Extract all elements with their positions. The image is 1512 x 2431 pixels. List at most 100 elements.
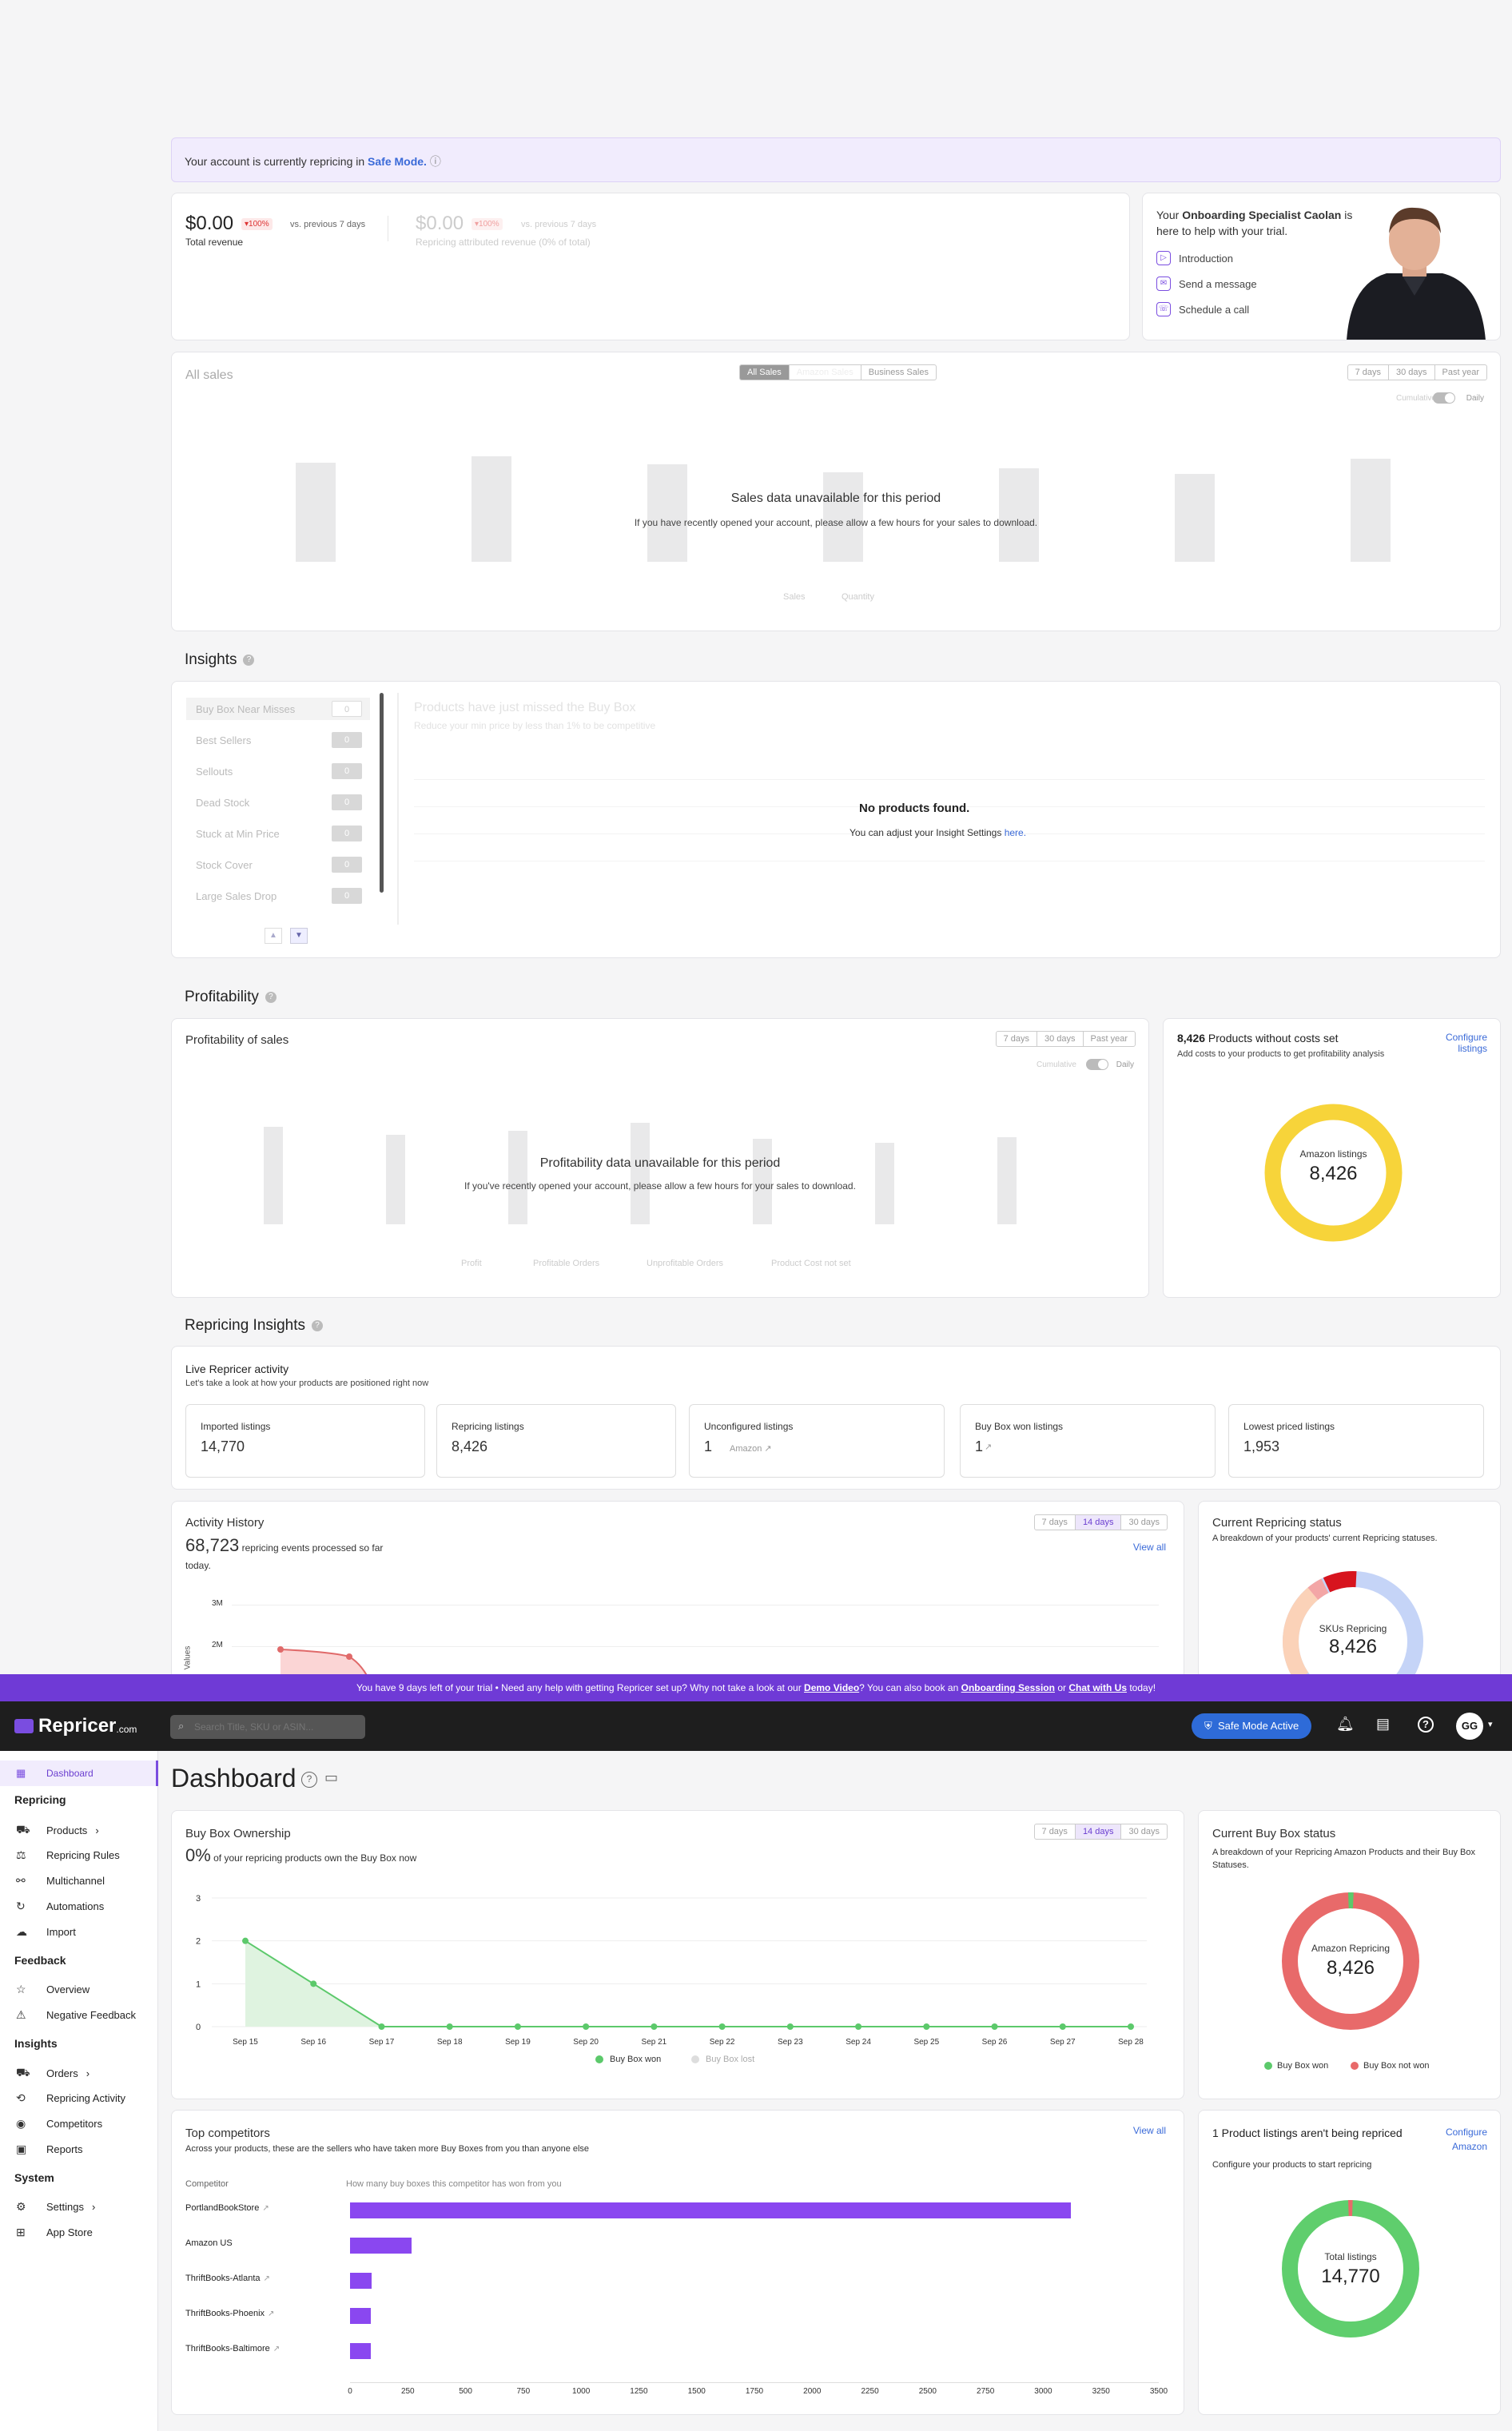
- donut-value: 8,426: [1326, 1957, 1375, 1979]
- competitor-name[interactable]: ThriftBooks-Atlanta ↗: [185, 2274, 270, 2283]
- donut-value: 8,426: [1328, 1636, 1378, 1657]
- bell-icon[interactable]: 🔔︎: [1336, 1716, 1355, 1733]
- range-past-year[interactable]: Past year: [1084, 1032, 1135, 1046]
- configure-amazon-link[interactable]: Configure Amazon: [1431, 2125, 1487, 2154]
- external-link-icon[interactable]: ↗: [264, 2274, 270, 2283]
- profit-range-tabs[interactable]: 7 days 30 days Past year: [995, 1031, 1136, 1047]
- insight-item[interactable]: Buy Box Near Misses 0: [186, 698, 370, 720]
- external-link-icon[interactable]: ↗: [273, 2345, 280, 2353]
- sidebar-item-dashboard[interactable]: ▦ Dashboard: [0, 1761, 158, 1786]
- donut-value: 8,426: [1309, 1163, 1358, 1184]
- sidebar-item-automations[interactable]: ↻ Automations: [16, 1900, 104, 1913]
- activity-range-tabs[interactable]: 7 days 14 days 30 days: [1033, 1514, 1168, 1530]
- x-tick-label: Sep 23: [778, 2038, 803, 2047]
- range-7-days[interactable]: 7 days: [997, 1032, 1037, 1046]
- message-link[interactable]: ✉ Send a message: [1156, 277, 1257, 291]
- help-icon[interactable]: ?: [1418, 1717, 1434, 1733]
- help-icon[interactable]: ?: [301, 1772, 317, 1788]
- competitor-name[interactable]: Amazon US: [185, 2238, 233, 2248]
- apps-icon: ⊞: [16, 2226, 26, 2238]
- attr-revenue-value: $0.00: [416, 213, 464, 234]
- range-30-days[interactable]: 30 days: [1389, 365, 1435, 380]
- sales-type-tabs[interactable]: All Sales Amazon Sales Business Sales: [739, 364, 937, 380]
- y-tick-label: 3: [196, 1894, 201, 1904]
- costs-title: 8,426 Products without costs set: [1177, 1032, 1339, 1044]
- insight-settings-link[interactable]: here.: [1005, 827, 1026, 838]
- help-icon[interactable]: ?: [243, 654, 255, 666]
- range-past-year[interactable]: Past year: [1435, 365, 1486, 380]
- insight-item[interactable]: Sellouts 0: [186, 760, 370, 782]
- insight-empty-sub: You can adjust your Insight Settings her…: [850, 827, 1027, 838]
- total-revenue-badge: ▾100%: [241, 218, 273, 230]
- sidebar-item-orders[interactable]: ⛟ Orders ›: [16, 2066, 90, 2081]
- sidebar-item-repricing-activity[interactable]: ⟲ Repricing Activity: [16, 2091, 125, 2105]
- range-7-days[interactable]: 7 days: [1035, 1515, 1076, 1530]
- refresh-icon: ↻: [16, 1900, 26, 1912]
- sidebar-item-reports[interactable]: ▣ Reports: [16, 2143, 83, 2156]
- onboarding-session-link[interactable]: Onboarding Session: [961, 1682, 1055, 1693]
- not-repriced-card: 1 Product listings aren't being repriced…: [1198, 2110, 1501, 2415]
- insight-item[interactable]: Stock Cover 0: [186, 853, 370, 876]
- insight-item[interactable]: Large Sales Drop 0: [186, 885, 370, 907]
- cumulative-toggle[interactable]: [1433, 392, 1455, 404]
- external-link-icon[interactable]: ↗: [262, 2204, 269, 2213]
- scrollbar[interactable]: [380, 693, 384, 893]
- search-input[interactable]: [194, 1719, 358, 1735]
- safe-mode-link[interactable]: Safe Mode.: [368, 155, 427, 168]
- intro-link[interactable]: ▷ Introduction: [1156, 251, 1233, 265]
- brand-logo[interactable]: Repricer .com: [14, 1715, 137, 1737]
- insight-item[interactable]: Dead Stock 0: [186, 791, 370, 814]
- range-30-days[interactable]: 30 days: [1121, 1515, 1167, 1530]
- safe-mode-button[interactable]: ⛨ Safe Mode Active: [1192, 1713, 1312, 1739]
- external-link-icon[interactable]: ↗: [268, 2310, 274, 2318]
- stat-repricing: Repricing listings 8,426: [436, 1404, 676, 1478]
- sales-range-tabs[interactable]: 7 days 30 days Past year: [1347, 364, 1487, 380]
- buybox-point: [1128, 2023, 1134, 2030]
- chat-link[interactable]: Chat with Us: [1068, 1682, 1127, 1693]
- sidebar-item-products[interactable]: ⛟ Products ›: [16, 1823, 99, 1838]
- sidebar-item-repricing-rules[interactable]: ⚖ Repricing Rules: [16, 1848, 120, 1862]
- sidebar-item-settings[interactable]: ⚙ Settings ›: [16, 2200, 95, 2214]
- chevron-up-icon[interactable]: ▲: [265, 928, 282, 944]
- sidebar-item-import[interactable]: ☁ Import: [16, 1925, 76, 1939]
- demo-video-link[interactable]: Demo Video: [804, 1682, 859, 1693]
- competitor-name[interactable]: ThriftBooks-Phoenix ↗: [185, 2309, 274, 2318]
- x-tick-label: Sep 22: [710, 2038, 735, 2047]
- divider: [397, 693, 399, 925]
- cumulative-toggle[interactable]: [1086, 1059, 1108, 1070]
- buybox-point: [786, 2023, 794, 2030]
- legend-unprofitable: Unprofitable Orders: [647, 1259, 723, 1268]
- activity-view-all[interactable]: View all: [1133, 1542, 1166, 1553]
- profit-bar: [264, 1127, 283, 1224]
- help-icon[interactable]: ?: [265, 991, 277, 1003]
- chevron-down-icon[interactable]: ▾: [1488, 1719, 1493, 1729]
- phone-icon: ☏: [1156, 302, 1171, 316]
- tab-amazon-sales[interactable]: Amazon Sales: [790, 365, 861, 380]
- configure-listings-link[interactable]: Configure listings: [1431, 1032, 1487, 1054]
- range-30-days[interactable]: 30 days: [1037, 1032, 1084, 1046]
- donut-label: SKUs Repricing: [1319, 1623, 1387, 1634]
- sidebar-item-competitors[interactable]: ◉ Competitors: [16, 2117, 102, 2131]
- video-icon[interactable]: ▭: [324, 1769, 338, 1786]
- call-link[interactable]: ☏ Schedule a call: [1156, 302, 1249, 316]
- sidebar-item-negative-feedback[interactable]: ⚠ Negative Feedback: [16, 2008, 136, 2022]
- tab-business-sales[interactable]: Business Sales: [861, 365, 936, 380]
- sidebar-item-app-store[interactable]: ⊞ App Store: [16, 2226, 93, 2239]
- insight-item[interactable]: Stuck at Min Price 0: [186, 822, 370, 845]
- sidebar-item-overview[interactable]: ☆ Overview: [16, 1983, 90, 1996]
- chevron-down-icon[interactable]: ▼: [290, 928, 308, 944]
- tab-all-sales[interactable]: All Sales: [740, 365, 790, 380]
- stat-unconfigured[interactable]: Unconfigured listings 1 Amazon ↗: [689, 1404, 945, 1478]
- range-7-days[interactable]: 7 days: [1348, 365, 1389, 380]
- sidebar-item-multichannel[interactable]: ⚯ Multichannel: [16, 1874, 105, 1888]
- competitor-name[interactable]: ThriftBooks-Baltimore ↗: [185, 2344, 280, 2353]
- search-box[interactable]: ⌕: [170, 1715, 365, 1739]
- feedback-icon[interactable]: ▤: [1376, 1716, 1390, 1733]
- stat-buybox-won[interactable]: Buy Box won listings 1 ↗: [960, 1404, 1216, 1478]
- avatar[interactable]: GG: [1456, 1713, 1483, 1740]
- cart-icon: ⛟: [16, 1823, 30, 1836]
- competitor-name[interactable]: PortlandBookStore ↗: [185, 2203, 269, 2213]
- range-14-days[interactable]: 14 days: [1075, 1515, 1122, 1530]
- help-icon[interactable]: ?: [312, 1319, 324, 1331]
- insight-item[interactable]: Best Sellers 0: [186, 729, 370, 751]
